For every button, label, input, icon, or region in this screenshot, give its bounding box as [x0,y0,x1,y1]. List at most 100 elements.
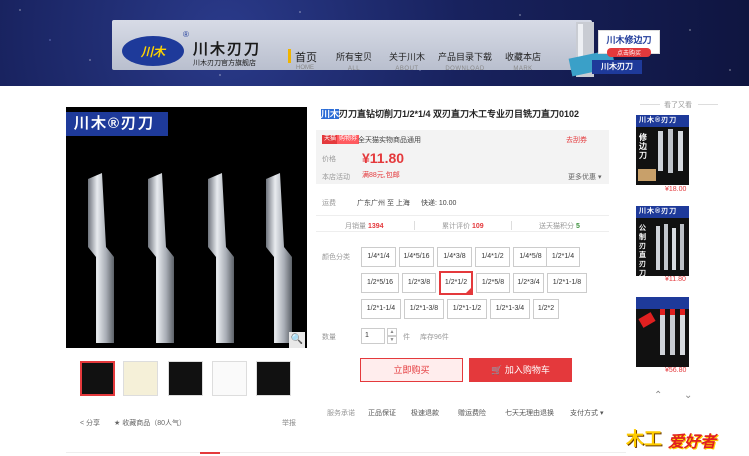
sidebar-product-2[interactable]: 川木®刃刀 公制刃直刃刀 [636,206,689,276]
option-button-selected[interactable]: 1/2*1/2 [439,271,473,295]
router-bit-image [638,309,685,355]
option-button[interactable]: 1/2*1-1/4 [361,299,401,319]
share-link[interactable]: < 分享 [80,418,100,428]
option-button[interactable]: 1/2*1-3/4 [490,299,530,319]
store-logo[interactable]: 川木 [122,36,184,66]
option-button[interactable]: 1/2*1-1/8 [547,273,587,293]
review-count[interactable]: 累计评价 109 [442,221,484,231]
more-offers-link[interactable]: 更多优惠 ▾ [568,172,601,182]
brand-subtitle: 川木刃刀官方旗舰店 [193,60,256,67]
thumbnail[interactable] [123,361,158,396]
cart-icon: 🛒 [491,365,503,375]
watermark-text: 爱好者 [668,434,717,451]
tmall-points-value: 5 [575,223,580,230]
product-price: ¥11.80 [362,150,405,166]
service-item[interactable]: 七天无理由退换 [505,408,554,418]
nav-about[interactable]: 关于川木 ABOUT [388,50,426,72]
nav-all[interactable]: 所有宝贝 ALL [336,50,372,72]
option-button[interactable]: 1/4*1/4 [361,247,396,267]
thumbnail[interactable] [80,361,115,396]
divider [66,452,626,453]
product-main-image[interactable]: 川木®刃刀 [66,107,307,348]
option-button[interactable]: 1/4*5/8 [513,247,548,267]
sidebar-product-3[interactable] [636,297,689,367]
promo-title: 川木修边刀 [606,35,652,45]
service-item[interactable]: 赠运费险 [458,408,486,418]
add-to-cart-button[interactable]: 🛒 加入购物车 [469,358,572,382]
nav-about-label: 关于川木 [388,52,425,62]
nav-download[interactable]: 产品目录下载 DOWNLOAD [438,50,492,72]
title-highlight: 川木 [321,109,340,119]
option-button[interactable]: 1/4*1/2 [475,247,510,267]
price-label: 价格 [322,156,336,163]
quantity-input[interactable]: 1 [361,328,385,344]
option-button[interactable]: 1/2*1-3/8 [404,299,444,319]
chevron-down-icon[interactable]: ⌄ [684,390,692,401]
active-tab-indicator [200,452,220,454]
nav-all-label: 所有宝贝 [336,52,373,62]
nav-home-marker [288,49,291,63]
nav-download-label: 产品目录下载 [438,52,493,62]
report-link[interactable]: 举报 [282,418,296,428]
option-button[interactable]: 1/4*3/8 [437,247,472,267]
monthly-sales-label: 月销量 [345,223,366,230]
nav-home-label: 首页 [295,52,317,64]
nav-mark-label: 收藏本店 [504,52,541,62]
product-title: 川木刃刀直钻切削刀1/2*1/4 双刃直刀木工专业刃目铣刀直刀0102 [321,107,579,120]
share-label: 分享 [86,420,101,427]
payment-method-label: 支付方式 [570,410,598,417]
payment-method-link[interactable]: 支付方式 ▾ [570,408,603,418]
option-button[interactable]: 1/2*3/4 [513,273,544,293]
sidebar-product-1[interactable]: 川木®刃刀 修边刀 [636,115,689,185]
title-text: 刃刀直钻切削刀1/2*1/4 双刃直刀木工专业刃目铣刀直刀0102 [339,109,580,119]
buy-now-button[interactable]: 立即购买 [360,358,463,382]
sidebar-price: ¥11.80 [665,276,686,283]
registered-mark: ® [183,30,189,39]
promo-card[interactable]: 川木修边刀 点击购买 [598,30,660,57]
get-coupon-link[interactable]: 去刮券 [566,135,587,145]
review-count-label: 累计评价 [442,223,470,230]
nav-home[interactable]: 首页 HOME [288,46,324,72]
service-item[interactable]: 正品保证 [368,408,396,418]
nav-all-en: ALL [347,66,361,72]
thumbnail[interactable] [256,361,291,396]
option-button[interactable]: 1/2*5/8 [476,273,510,293]
thumbnail[interactable] [212,361,247,396]
thumbnail[interactable] [168,361,203,396]
promo-text: 满88元,包邮 [362,172,400,179]
promo-buy-button[interactable]: 点击购买 [607,48,651,57]
router-bit-image [656,224,684,270]
quantity-increase-button[interactable]: ▲ [387,328,397,336]
nav-mark[interactable]: 收藏本店 MARK [503,50,543,72]
option-button[interactable]: 1/2*2 [533,299,559,319]
stock-count: 库存96件 [420,334,449,341]
quantity-decrease-button[interactable]: ▼ [387,336,397,344]
tmall-points-label: 送天猫积分 [539,223,574,230]
option-button[interactable]: 1/2*1-1/2 [447,299,487,319]
router-bits-illustration [88,173,292,343]
tmall-points: 送天猫积分 5 [539,221,580,231]
brand-name: 川木刃刀 [193,41,262,58]
router-bit-image [638,129,683,181]
nav-home-en: HOME [296,65,314,71]
color-category-label: 颜色分类 [322,254,350,261]
chevron-down-icon: ▾ [597,174,602,181]
chevron-up-icon[interactable]: ⌃ [654,390,662,401]
add-to-cart-label: 加入购物车 [504,365,550,375]
stat-divider [511,221,512,230]
more-offers-label: 更多优惠 [568,174,596,181]
tmall-tag: 天猫 [322,135,339,144]
favorite-link[interactable]: ★ 收藏商品（80人气） [114,418,186,428]
service-item[interactable]: 极速退款 [411,408,439,418]
promo-label: 本店活动 [322,174,350,181]
shipping-fee: 快递: 10.00 [421,200,457,207]
quantity-label: 数量 [322,334,336,341]
option-button[interactable]: 1/2*1/4 [546,247,580,267]
option-button[interactable]: 1/2*3/8 [402,273,436,293]
divider [698,104,718,105]
shipping-route[interactable]: 广东广州 至 上海 [357,198,410,208]
magnifier-icon[interactable]: 🔍 [289,332,305,348]
option-button[interactable]: 1/2*5/16 [361,273,399,293]
option-button[interactable]: 1/4*5/16 [399,247,434,267]
sidebar-heading: 看了又看 [664,102,692,109]
